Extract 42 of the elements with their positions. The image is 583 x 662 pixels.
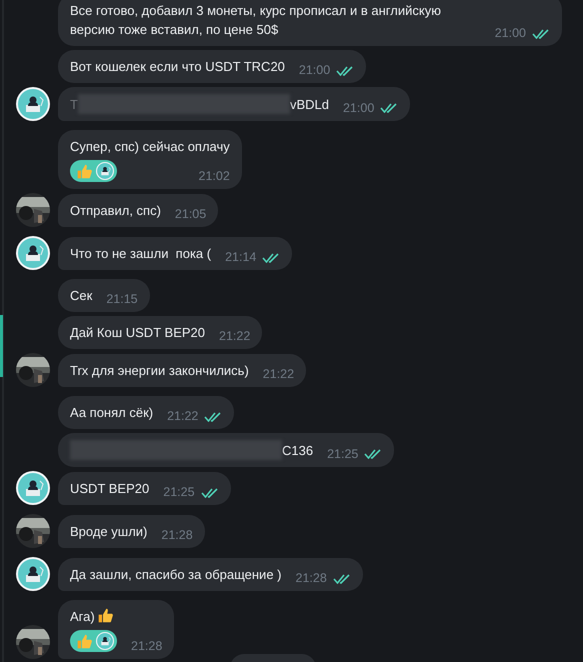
avatar[interactable] <box>96 162 114 180</box>
avatar[interactable] <box>16 471 50 505</box>
message-text: Отправил, спс) <box>70 202 161 220</box>
message-text: Что то не зашли пока ( <box>70 245 212 263</box>
message-text: Дай Кош USDT BEP20 <box>70 324 205 342</box>
message-time: 21:22 <box>219 328 250 345</box>
message-time: 21:05 <box>174 206 206 223</box>
avatar[interactable] <box>16 557 50 591</box>
message-time: 21:28 <box>161 527 193 544</box>
thumbs-up-icon <box>76 162 93 180</box>
reaction-chip[interactable] <box>70 160 117 182</box>
message-time: 21:22 <box>262 366 294 383</box>
message-time: 21:14 <box>225 249 256 266</box>
message-text: Да зашли, спасибо за обращение ) <box>70 566 282 584</box>
message-text: Ага) <box>70 607 162 626</box>
message-text: Аа понял сёк) <box>70 404 154 422</box>
message-time: 21:15 <box>106 291 138 308</box>
avatar[interactable] <box>96 632 114 650</box>
message-text: USDT BEP20 <box>70 480 150 498</box>
message-time: 21:00 <box>298 62 330 79</box>
message-time: 21:02 <box>198 168 230 185</box>
message-text: Вот кошелек если что USDT TRC20 <box>70 58 285 76</box>
avatar[interactable] <box>16 87 50 121</box>
message-text: C136 <box>282 442 314 460</box>
message-time: 21:22 <box>167 408 198 425</box>
message-text: Trx для энергии закончились) <box>70 362 249 380</box>
thumbs-up-icon <box>96 607 114 624</box>
message-text: Все готово, добавил 3 монеты, курс прописал и в английскую версию тоже вставил, по цене 50$ <box>70 2 442 39</box>
message-time: 21:00 <box>494 25 526 42</box>
message-text: Вроде ушли) <box>70 523 148 541</box>
message-time: 21:25 <box>327 446 358 462</box>
reaction-chip[interactable] <box>70 630 117 652</box>
message-time: 21:00 <box>342 100 374 116</box>
avatar[interactable] <box>16 236 50 270</box>
message-time: 21:25 <box>163 484 195 501</box>
message-text: vBDLd <box>290 96 329 114</box>
message-text: Сек <box>70 287 92 305</box>
message-time: 21:28 <box>296 570 327 587</box>
thumbs-up-icon <box>76 632 93 650</box>
message-text: Супер, спс) сейчас оплачу <box>70 138 230 156</box>
message-time: 21:28 <box>131 638 162 655</box>
message-text: T <box>70 96 78 114</box>
